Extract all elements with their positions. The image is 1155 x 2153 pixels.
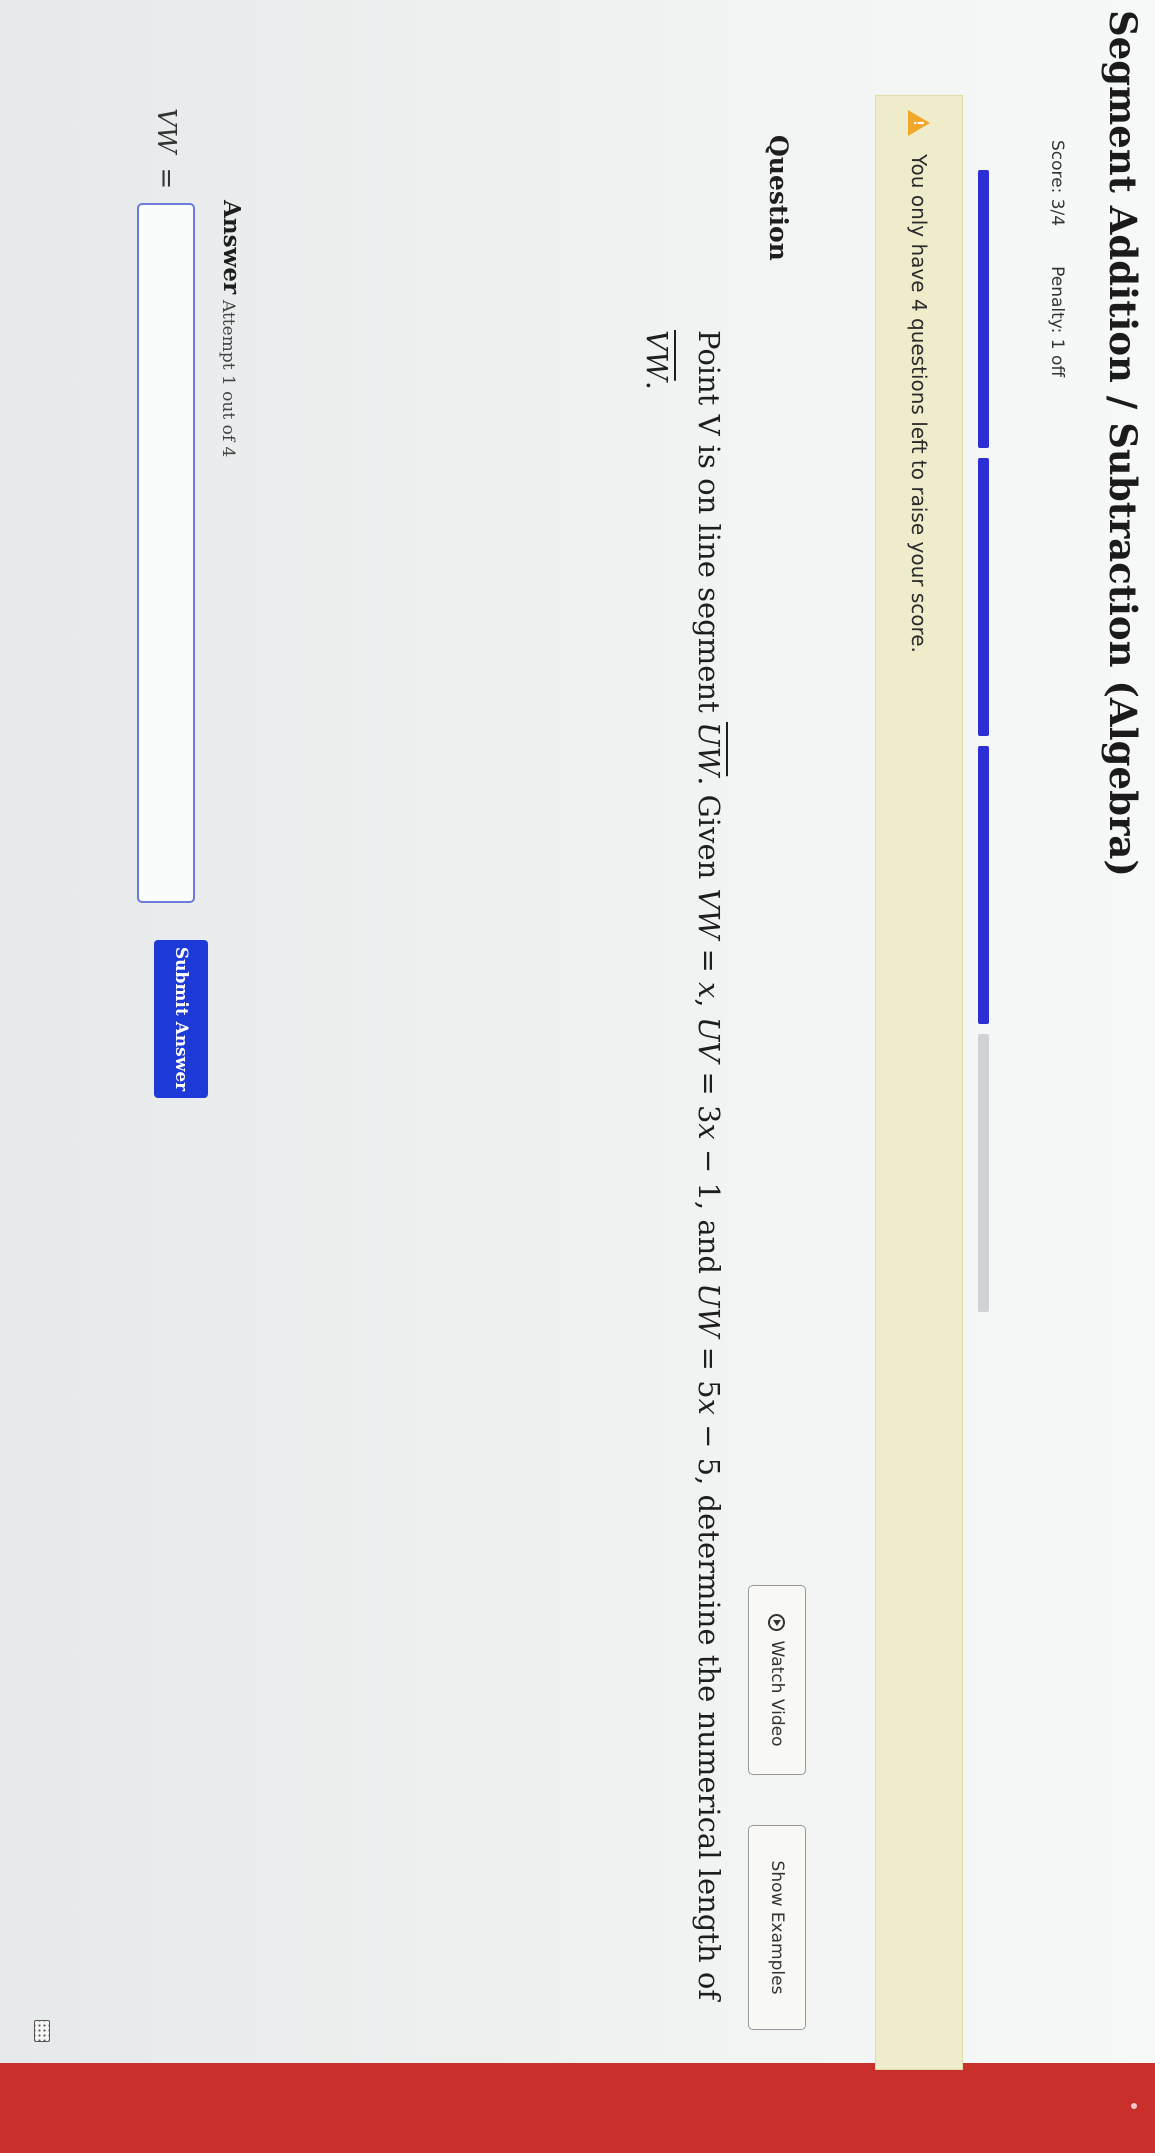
progress-bar <box>978 170 989 1312</box>
question-text-part: . <box>640 380 674 390</box>
equals-sign: = <box>151 167 181 190</box>
variable-x: x <box>692 982 726 999</box>
warning-banner: You only have 4 questions left to raise … <box>875 95 963 2070</box>
question-text-part: = 5 <box>692 1337 726 1399</box>
segment-vw: VW <box>692 888 726 940</box>
watch-video-button[interactable]: Watch Video <box>748 1585 806 1775</box>
question-text-part: , <box>692 998 726 1017</box>
answer-variable: VW <box>151 108 181 154</box>
segment-uw: UW <box>692 721 726 777</box>
progress-segment <box>978 170 989 448</box>
progress-segment <box>978 746 989 1024</box>
strip-dot <box>1131 2103 1137 2109</box>
watch-video-label: Watch Video <box>767 1640 787 1747</box>
question-text-part: = 3 <box>692 1062 726 1124</box>
warning-triangle-icon <box>908 110 930 136</box>
variable-x: x <box>692 1123 726 1140</box>
question-text-part: = <box>692 939 726 983</box>
score-text: Score: 3/4 <box>1047 140 1067 227</box>
play-icon <box>768 1613 786 1631</box>
page-title: Segment Addition / Subtraction (Algebra) <box>1101 10 1145 877</box>
question-text-part: − 1, and <box>692 1139 726 1284</box>
question-heading: Question <box>764 135 793 261</box>
segment-uv: UV <box>692 1016 726 1063</box>
show-examples-button[interactable]: Show Examples <box>748 1825 806 2030</box>
top-strip <box>0 2063 1155 2153</box>
score-row: Score: 3/4 Penalty: 1 off <box>1047 140 1067 377</box>
segment-uw: UW <box>692 1283 726 1338</box>
attempt-counter: Attempt 1 out of 4 <box>218 300 238 458</box>
answer-input[interactable] <box>137 203 195 904</box>
segment-vw: VW <box>640 330 674 381</box>
warning-text: You only have 4 questions left to raise … <box>907 154 931 653</box>
keypad-icon[interactable] <box>34 2020 50 2042</box>
question-text-part: . Given <box>692 776 726 889</box>
answer-heading: Answer <box>218 200 245 295</box>
question-text-part: − 5, determine the numerical length of <box>692 1414 726 2001</box>
penalty-text: Penalty: 1 off <box>1047 266 1067 378</box>
question-text-part: Point V is on line segment <box>692 330 726 722</box>
variable-x: x <box>692 1398 726 1415</box>
page: Segment Addition / Subtraction (Algebra)… <box>0 0 1155 2153</box>
question-text: Point V is on line segment UW. Given VW … <box>631 330 735 2030</box>
progress-segment <box>978 458 989 736</box>
answer-row: VW = <box>137 108 195 904</box>
submit-answer-button[interactable]: Submit Answer <box>154 940 208 1098</box>
progress-segment <box>978 1034 989 1312</box>
